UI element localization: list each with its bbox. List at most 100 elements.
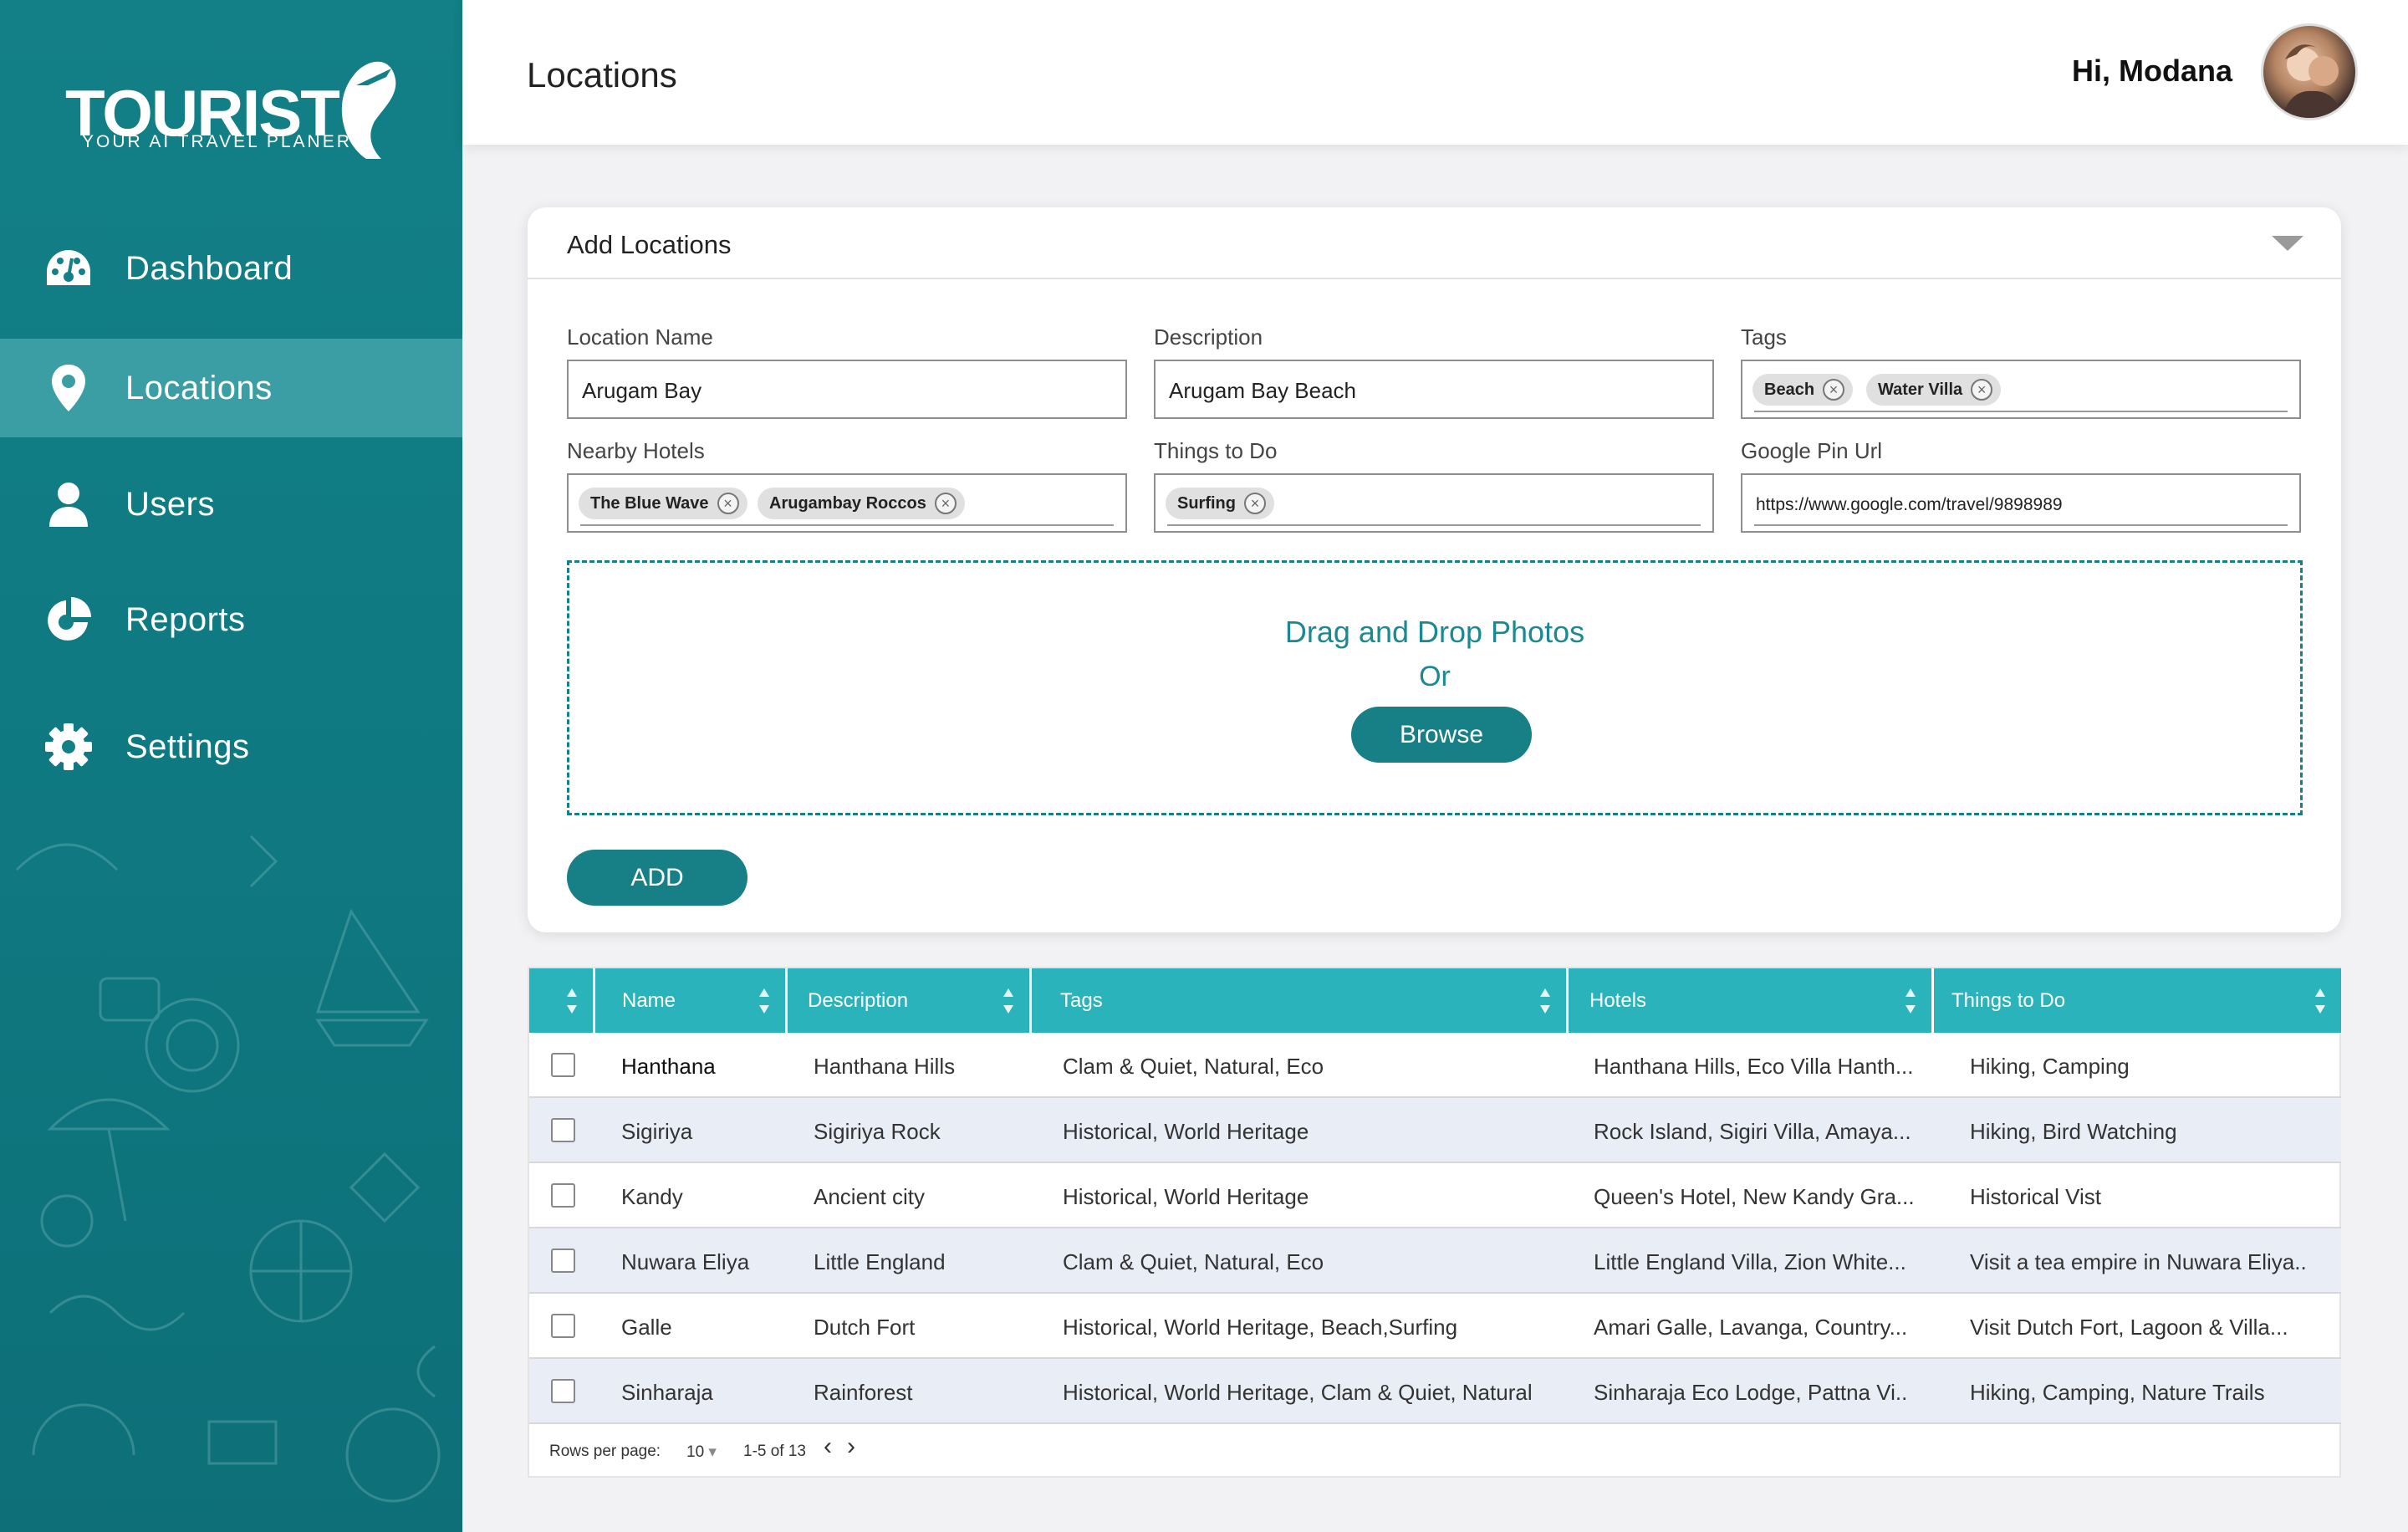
cell-things-to-do: Visit a tea empire in Nuwara Eliya.. bbox=[1970, 1249, 2307, 1274]
row-checkbox[interactable] bbox=[551, 1314, 575, 1338]
google-pin-value: https://www.google.com/travel/9898989 bbox=[1756, 495, 2063, 514]
logo-airplane-icon bbox=[341, 61, 396, 159]
remove-chip-icon[interactable]: × bbox=[717, 493, 739, 514]
input-underline bbox=[580, 524, 1114, 526]
remove-chip-icon[interactable]: × bbox=[1823, 379, 1845, 401]
column-header-tags[interactable]: Tags bbox=[1032, 968, 1569, 1033]
table-row[interactable]: Hanthana Hanthana Hills Clam & Quiet, Na… bbox=[529, 1033, 2341, 1098]
gear-icon bbox=[43, 722, 94, 772]
next-page-icon[interactable]: › bbox=[847, 1432, 855, 1461]
tag-chip[interactable]: Beach × bbox=[1752, 374, 1854, 406]
table-row[interactable]: Galle Dutch Fort Historical, World Herit… bbox=[529, 1294, 2341, 1359]
location-name-input[interactable]: Arugam Bay bbox=[567, 360, 1127, 419]
travel-doodle-pattern bbox=[15, 835, 441, 1503]
table-row[interactable]: Kandy Ancient city Historical, World Her… bbox=[529, 1163, 2341, 1228]
row-checkbox[interactable] bbox=[551, 1249, 575, 1273]
column-header-description[interactable]: Description bbox=[788, 968, 1032, 1033]
location-pin-icon bbox=[43, 363, 94, 413]
remove-chip-icon[interactable]: × bbox=[1244, 493, 1266, 514]
cell-tags: Historical, World Heritage bbox=[1063, 1119, 1309, 1144]
table-row[interactable]: Sigiriya Sigiriya Rock Historical, World… bbox=[529, 1098, 2341, 1163]
hotel-chip[interactable]: Arugambay Roccos × bbox=[758, 488, 965, 519]
column-header-name[interactable]: Name bbox=[595, 968, 788, 1033]
location-name-label: Location Name bbox=[567, 324, 713, 350]
sidebar-item-label: Settings bbox=[125, 728, 250, 765]
google-pin-input[interactable]: https://www.google.com/travel/9898989 bbox=[1741, 473, 2301, 533]
tag-chip-label: Water Villa bbox=[1878, 380, 1963, 399]
sidebar-item-label: Reports bbox=[125, 600, 246, 638]
tags-input[interactable]: Beach × Water Villa × bbox=[1741, 360, 2301, 419]
sidebar-item-label: Users bbox=[125, 485, 215, 523]
nearby-hotels-input[interactable]: The Blue Wave × Arugambay Roccos × bbox=[567, 473, 1127, 533]
cell-name: Kandy bbox=[621, 1184, 683, 1209]
column-header-label: Things to Do bbox=[1951, 989, 2066, 1012]
description-input[interactable]: Arugam Bay Beach bbox=[1154, 360, 1714, 419]
column-header-label: Hotels bbox=[1589, 989, 1647, 1012]
row-checkbox[interactable] bbox=[551, 1183, 575, 1208]
row-checkbox[interactable] bbox=[551, 1379, 575, 1403]
select-column-header[interactable] bbox=[529, 968, 595, 1033]
top-header: Locations Hi, Modana bbox=[462, 0, 2408, 145]
add-button[interactable]: ADD bbox=[567, 850, 747, 906]
browse-button[interactable]: Browse bbox=[1351, 707, 1532, 763]
things-to-do-input[interactable]: Surfing × bbox=[1154, 473, 1714, 533]
row-checkbox[interactable] bbox=[551, 1118, 575, 1142]
nearby-hotels-label: Nearby Hotels bbox=[567, 438, 705, 463]
sidebar-item-settings[interactable]: Settings bbox=[0, 697, 462, 796]
table-pagination: Rows per page: 10 ▾ 1-5 of 13 ‹ › bbox=[529, 1424, 2341, 1478]
rows-per-page-value: 10 bbox=[686, 1443, 705, 1461]
tag-chip-label: Beach bbox=[1764, 380, 1815, 399]
cell-description: Sigiriya Rock bbox=[814, 1119, 941, 1144]
input-underline bbox=[1754, 411, 2288, 412]
cell-hotels: Hanthana Hills, Eco Villa Hanth... bbox=[1594, 1054, 1914, 1079]
sort-icon bbox=[2315, 988, 2325, 1014]
cell-things-to-do: Historical Vist bbox=[1970, 1184, 2102, 1209]
sidebar-item-users[interactable]: Users bbox=[0, 455, 462, 554]
user-greeting: Hi, Modana bbox=[2071, 54, 2232, 88]
table-row[interactable]: Nuwara Eliya Little England Clam & Quiet… bbox=[529, 1228, 2341, 1294]
brand-tagline: YOUR AI TRAVEL PLANER bbox=[82, 132, 352, 151]
rows-per-page-select[interactable]: 10 ▾ bbox=[686, 1443, 717, 1462]
hotel-chip[interactable]: The Blue Wave × bbox=[579, 488, 747, 519]
activity-chip[interactable]: Surfing × bbox=[1166, 488, 1274, 519]
cell-description: Ancient city bbox=[814, 1184, 925, 1209]
sidebar-item-dashboard[interactable]: Dashboard bbox=[0, 219, 462, 318]
cell-hotels: Sinharaja Eco Lodge, Pattna Vi.. bbox=[1594, 1380, 1908, 1405]
rows-per-page-label: Rows per page: bbox=[549, 1443, 661, 1460]
location-name-value: Arugam Bay bbox=[582, 378, 702, 403]
sort-icon bbox=[567, 988, 577, 1014]
sidebar-item-label: Locations bbox=[125, 369, 273, 406]
hotel-chip-label: Arugambay Roccos bbox=[769, 493, 926, 513]
sidebar-item-reports[interactable]: Reports bbox=[0, 570, 462, 669]
avatar[interactable] bbox=[2261, 23, 2358, 120]
tag-chip[interactable]: Water Villa × bbox=[1866, 374, 2002, 406]
card-title: Add Locations bbox=[567, 230, 732, 259]
table-row[interactable]: Sinharaja Rainforest Historical, World H… bbox=[529, 1359, 2341, 1424]
cell-description: Little England bbox=[814, 1249, 946, 1274]
prev-page-icon[interactable]: ‹ bbox=[824, 1432, 832, 1461]
brand-logo[interactable]: TOURIST YOUR AI TRAVEL PLANER bbox=[65, 33, 400, 167]
row-checkbox[interactable] bbox=[551, 1053, 575, 1077]
photo-dropzone[interactable]: Drag and Drop Photos Or Browse bbox=[567, 560, 2303, 815]
table-header: Name Description Tags Hotels Things to D… bbox=[529, 968, 2341, 1033]
cell-name: Nuwara Eliya bbox=[621, 1249, 750, 1274]
column-header-things-to-do[interactable]: Things to Do bbox=[1934, 968, 2341, 1033]
cell-tags: Historical, World Heritage, Beach,Surfin… bbox=[1063, 1315, 1458, 1340]
activity-chip-label: Surfing bbox=[1177, 493, 1236, 513]
google-pin-label: Google Pin Url bbox=[1741, 438, 1883, 463]
sort-icon bbox=[1905, 988, 1916, 1014]
dropzone-title: Drag and Drop Photos bbox=[1284, 615, 1585, 649]
sidebar-item-label: Dashboard bbox=[125, 249, 293, 287]
sort-icon bbox=[759, 988, 769, 1014]
description-value: Arugam Bay Beach bbox=[1169, 378, 1357, 403]
sidebar-item-locations[interactable]: Locations bbox=[0, 339, 462, 437]
cell-things-to-do: Hiking, Camping, Nature Trails bbox=[1970, 1380, 2265, 1405]
remove-chip-icon[interactable]: × bbox=[1971, 379, 1993, 401]
remove-chip-icon[interactable]: × bbox=[934, 493, 957, 514]
dropzone-or: Or bbox=[1419, 661, 1451, 692]
cell-tags: Clam & Quiet, Natural, Eco bbox=[1063, 1054, 1324, 1079]
cell-tags: Historical, World Heritage bbox=[1063, 1184, 1309, 1209]
collapse-chevron-icon[interactable] bbox=[2272, 236, 2303, 251]
column-header-hotels[interactable]: Hotels bbox=[1569, 968, 1934, 1033]
column-header-label: Description bbox=[808, 989, 909, 1012]
